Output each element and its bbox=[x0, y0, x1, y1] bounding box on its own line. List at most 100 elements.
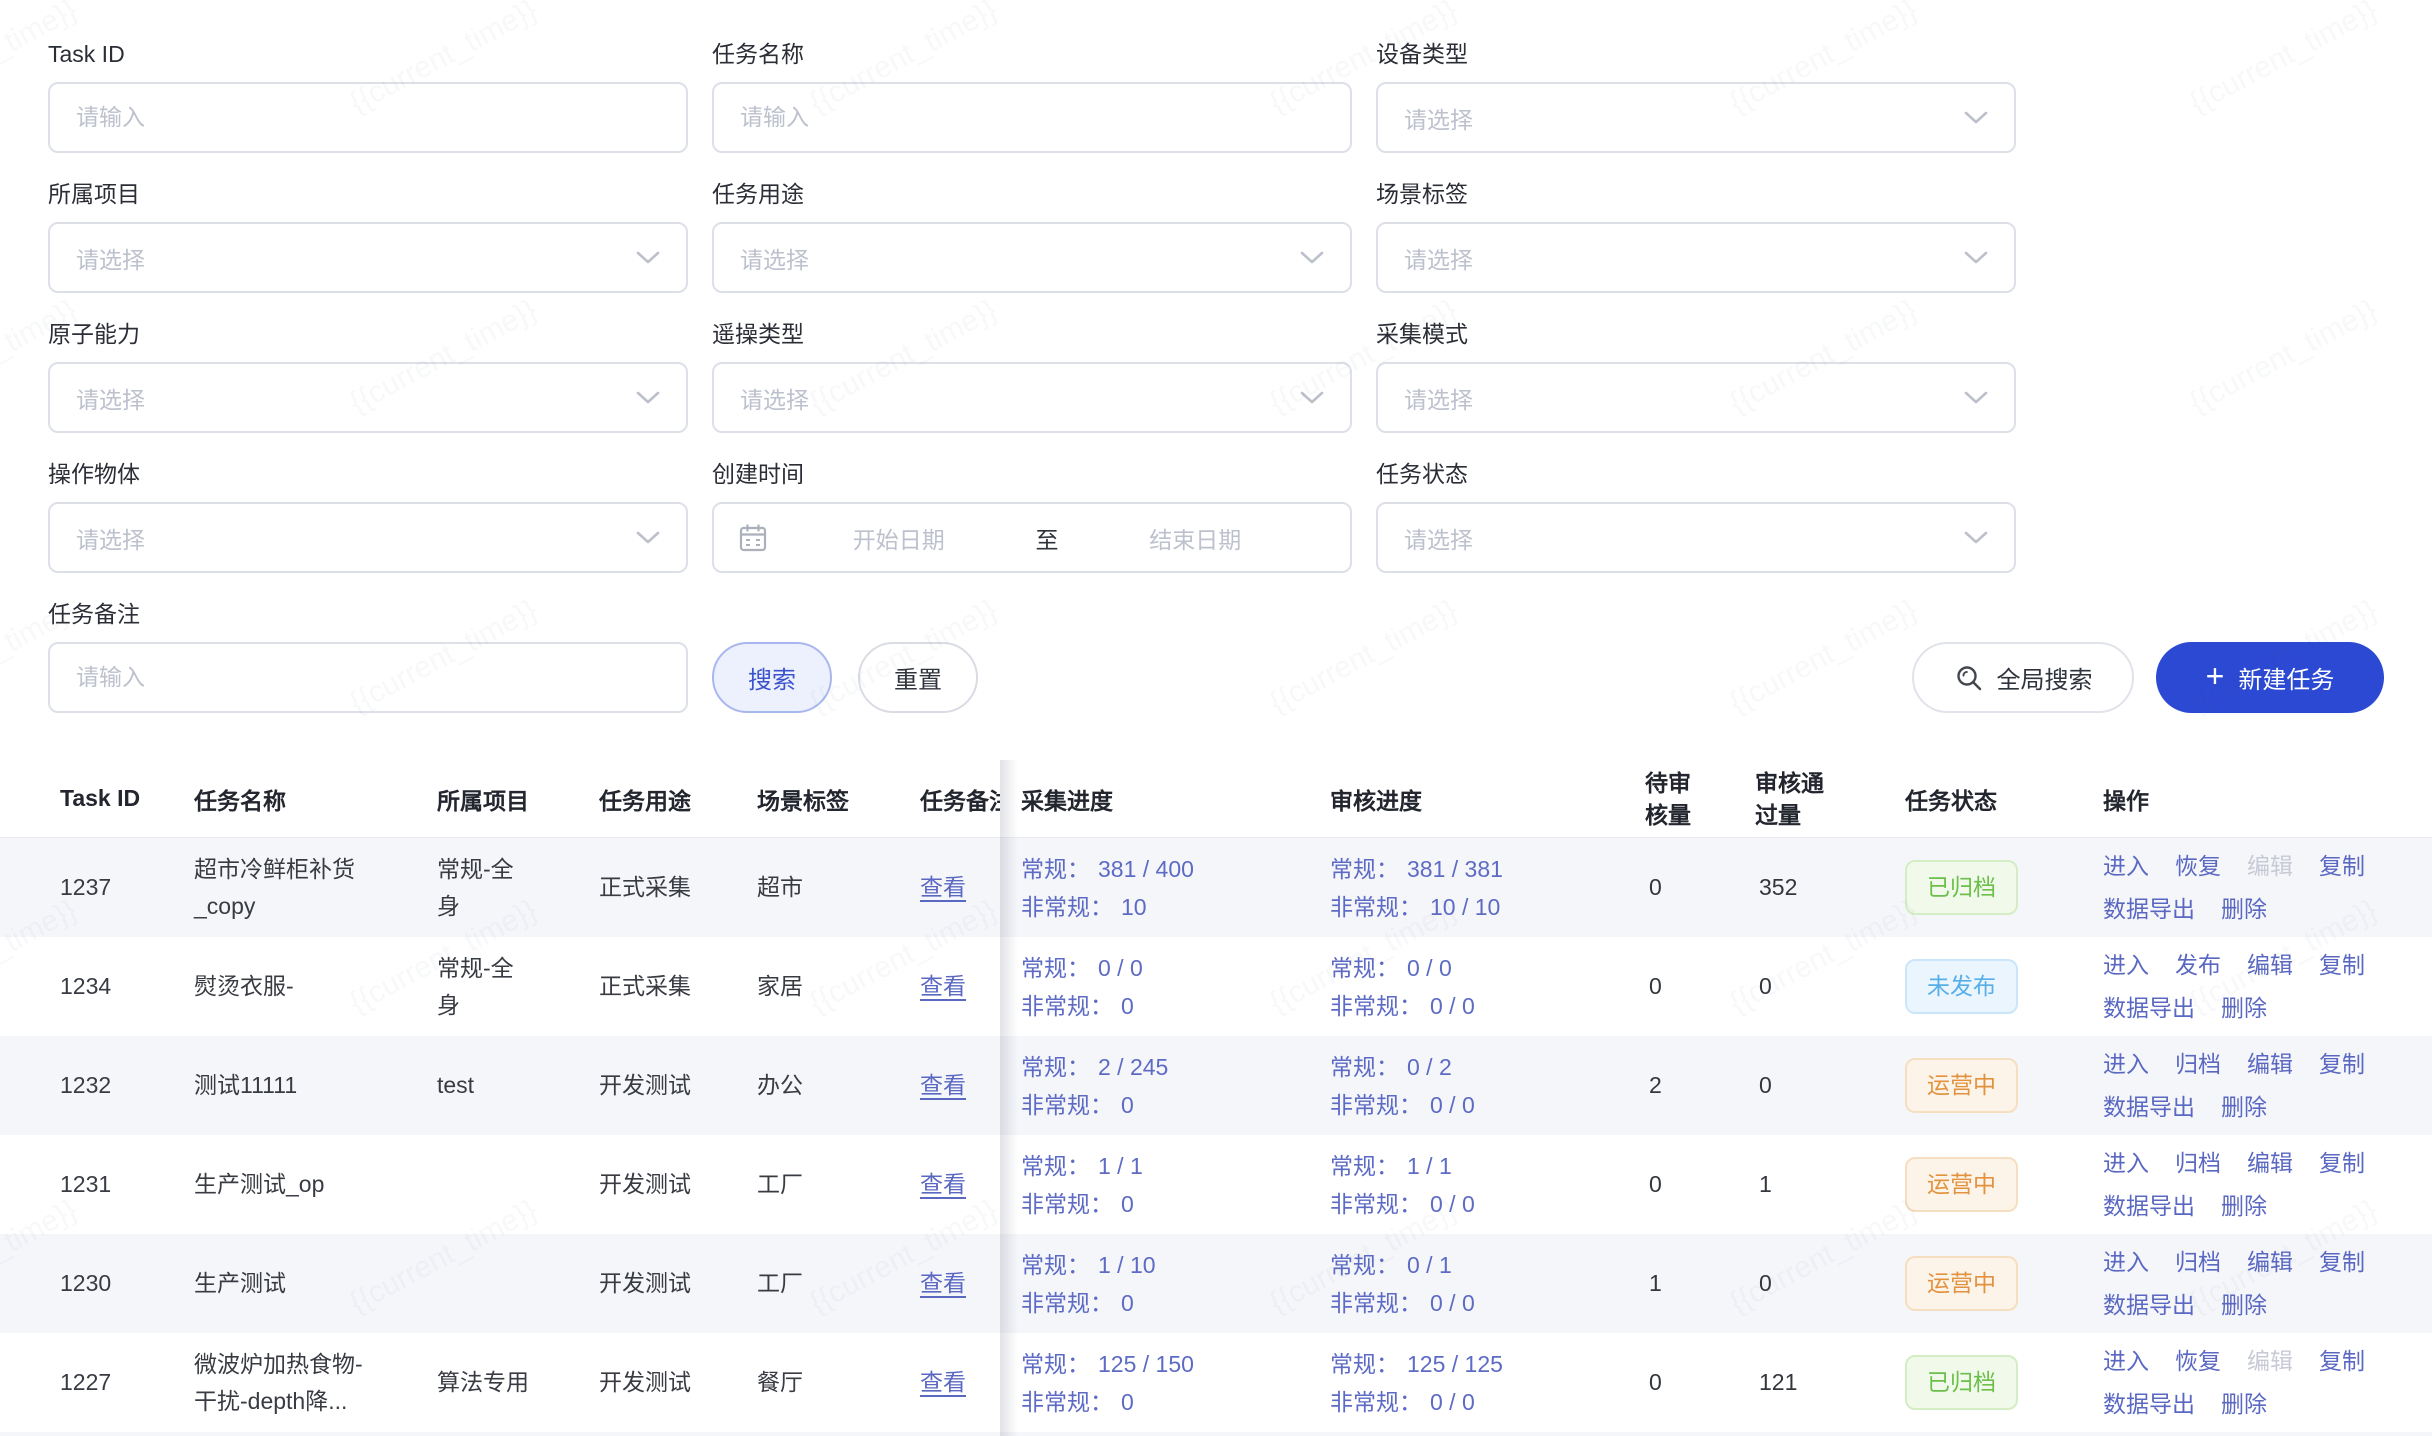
cell-actions: 进入恢复编辑复制数据导出删除 bbox=[2103, 848, 2432, 928]
filter-input[interactable] bbox=[48, 82, 688, 153]
filter-select[interactable]: 请选择 bbox=[1376, 502, 2016, 573]
plus-icon: + bbox=[2206, 660, 2225, 692]
cell-review-progress: 常规：0 / 2 非常规：0 / 0 bbox=[1330, 1048, 1645, 1124]
cell-task-name: 微波炉加热食物-干扰-depth降... bbox=[194, 1346, 437, 1420]
filter-label: 任务备注 bbox=[48, 598, 688, 630]
action-link[interactable]: 编辑 bbox=[2247, 947, 2293, 984]
chevron-down-icon bbox=[636, 251, 660, 265]
table-row: 常规：1 / 10 非常规：0 常规：0 / 1 非常规：0 / 0 1 0 运… bbox=[1000, 1234, 2432, 1333]
col-header-status: 任务状态 bbox=[1905, 782, 2103, 816]
chevron-down-icon bbox=[1964, 391, 1988, 405]
cell-project: 常规-全身 bbox=[437, 950, 599, 1024]
action-link[interactable]: 数据导出 bbox=[2103, 1386, 2195, 1423]
action-link[interactable]: 进入 bbox=[2103, 1046, 2149, 1083]
cell-scene: 工厂 bbox=[757, 1265, 920, 1302]
view-note-link[interactable]: 查看 bbox=[920, 973, 966, 999]
view-note-link[interactable]: 查看 bbox=[920, 1270, 966, 1296]
filter-select[interactable]: 请选择 bbox=[1376, 362, 2016, 433]
action-link[interactable]: 编辑 bbox=[2247, 1145, 2293, 1182]
action-link[interactable]: 删除 bbox=[2221, 891, 2267, 928]
global-search-label: 全局搜索 bbox=[1997, 660, 2093, 695]
action-link[interactable]: 恢复 bbox=[2175, 1343, 2221, 1380]
table-row: 1234 熨烫衣服- 常规-全身 正式采集 家居 查看 bbox=[0, 937, 1000, 1036]
action-link[interactable]: 复制 bbox=[2319, 1244, 2365, 1281]
action-link[interactable]: 归档 bbox=[2175, 1046, 2221, 1083]
new-task-button[interactable]: + 新建任务 bbox=[2156, 642, 2384, 713]
action-link[interactable]: 复制 bbox=[2319, 1145, 2365, 1182]
col-header-project: 所属项目 bbox=[437, 782, 599, 816]
action-link[interactable]: 进入 bbox=[2103, 947, 2149, 984]
filter-field: 所属项目 请选择 bbox=[48, 178, 688, 293]
chevron-down-icon bbox=[1964, 111, 1988, 125]
filter-select[interactable]: 请选择 bbox=[712, 222, 1352, 293]
status-badge: 运营中 bbox=[1905, 1058, 2018, 1113]
action-link[interactable]: 数据导出 bbox=[2103, 891, 2195, 928]
action-link[interactable]: 删除 bbox=[2221, 1287, 2267, 1324]
action-link[interactable]: 编辑 bbox=[2247, 1244, 2293, 1281]
filter-label: 创建时间 bbox=[712, 458, 1352, 490]
action-link[interactable]: 归档 bbox=[2175, 1145, 2221, 1182]
filter-select[interactable]: 请选择 bbox=[48, 222, 688, 293]
filter-field: 采集模式 请选择 bbox=[1376, 318, 2016, 433]
filter-input[interactable] bbox=[48, 642, 688, 713]
filter-label: 操作物体 bbox=[48, 458, 688, 490]
table-row: 常规：2 / 245 非常规：0 常规：0 / 2 非常规：0 / 0 2 0 … bbox=[1000, 1036, 2432, 1135]
action-link[interactable]: 数据导出 bbox=[2103, 990, 2195, 1027]
cell-purpose: 正式采集 bbox=[599, 968, 757, 1005]
filter-select[interactable]: 请选择 bbox=[48, 502, 688, 573]
chevron-down-icon bbox=[1300, 391, 1324, 405]
action-link[interactable]: 删除 bbox=[2221, 1188, 2267, 1225]
action-link[interactable]: 进入 bbox=[2103, 1145, 2149, 1182]
col-header-note: 任务备注 bbox=[920, 782, 1000, 816]
action-link[interactable]: 复制 bbox=[2319, 848, 2365, 885]
action-link[interactable]: 删除 bbox=[2221, 1386, 2267, 1423]
search-button[interactable]: 搜索 bbox=[712, 642, 832, 713]
action-link[interactable]: 复制 bbox=[2319, 1343, 2365, 1380]
select-placeholder: 请选择 bbox=[1404, 521, 1473, 555]
select-placeholder: 请选择 bbox=[1404, 241, 1473, 275]
cell-scene: 工厂 bbox=[757, 1166, 920, 1203]
new-task-label: 新建任务 bbox=[2238, 660, 2334, 695]
action-link[interactable]: 恢复 bbox=[2175, 848, 2221, 885]
header-actions: 全局搜索 + 新建任务 bbox=[1912, 642, 2384, 713]
action-link[interactable]: 进入 bbox=[2103, 1244, 2149, 1281]
filter-select[interactable]: 请选择 bbox=[1376, 82, 2016, 153]
filter-select[interactable]: 请选择 bbox=[48, 362, 688, 433]
col-header-name: 任务名称 bbox=[194, 782, 437, 816]
table-row: 常规：0 / 0 非常规：0 常规：0 / 0 非常规：0 / 0 0 0 未发… bbox=[1000, 937, 2432, 1036]
view-note-link[interactable]: 查看 bbox=[920, 874, 966, 900]
action-link[interactable]: 归档 bbox=[2175, 1244, 2221, 1281]
action-link[interactable]: 数据导出 bbox=[2103, 1188, 2195, 1225]
start-date-placeholder[interactable]: 开始日期 bbox=[768, 521, 1030, 555]
action-link[interactable]: 删除 bbox=[2221, 990, 2267, 1027]
action-link[interactable]: 复制 bbox=[2319, 947, 2365, 984]
date-range-picker[interactable]: 开始日期 至 结束日期 bbox=[712, 502, 1352, 573]
filter-field: 原子能力 请选择 bbox=[48, 318, 688, 433]
col-header-scene: 场景标签 bbox=[757, 782, 920, 816]
action-link[interactable]: 删除 bbox=[2221, 1089, 2267, 1126]
action-link[interactable]: 复制 bbox=[2319, 1046, 2365, 1083]
cell-review-progress: 常规：125 / 125 非常规：0 / 0 bbox=[1330, 1345, 1645, 1421]
end-date-placeholder[interactable]: 结束日期 bbox=[1065, 521, 1327, 555]
action-link[interactable]: 编辑 bbox=[2247, 1046, 2293, 1083]
action-link[interactable]: 数据导出 bbox=[2103, 1287, 2195, 1324]
filter-input[interactable] bbox=[712, 82, 1352, 153]
search-icon bbox=[1954, 663, 1984, 693]
view-note-link[interactable]: 查看 bbox=[920, 1171, 966, 1197]
reset-button[interactable]: 重置 bbox=[858, 642, 978, 713]
cell-pending-count: 0 bbox=[1645, 1364, 1755, 1401]
global-search-button[interactable]: 全局搜索 bbox=[1912, 642, 2134, 713]
action-link[interactable]: 发布 bbox=[2175, 947, 2221, 984]
cell-actions: 进入归档编辑复制数据导出删除 bbox=[2103, 1145, 2432, 1225]
action-link[interactable]: 数据导出 bbox=[2103, 1089, 2195, 1126]
view-note-link[interactable]: 查看 bbox=[920, 1072, 966, 1098]
filter-select[interactable]: 请选择 bbox=[712, 362, 1352, 433]
view-note-link[interactable]: 查看 bbox=[920, 1369, 966, 1395]
table-row bbox=[0, 1432, 1000, 1436]
cell-approved-count: 352 bbox=[1755, 869, 1905, 906]
action-link[interactable]: 进入 bbox=[2103, 1343, 2149, 1380]
action-link[interactable]: 进入 bbox=[2103, 848, 2149, 885]
cell-task-name: 生产测试_op bbox=[194, 1166, 437, 1203]
filter-select[interactable]: 请选择 bbox=[1376, 222, 2016, 293]
cell-purpose: 开发测试 bbox=[599, 1265, 757, 1302]
